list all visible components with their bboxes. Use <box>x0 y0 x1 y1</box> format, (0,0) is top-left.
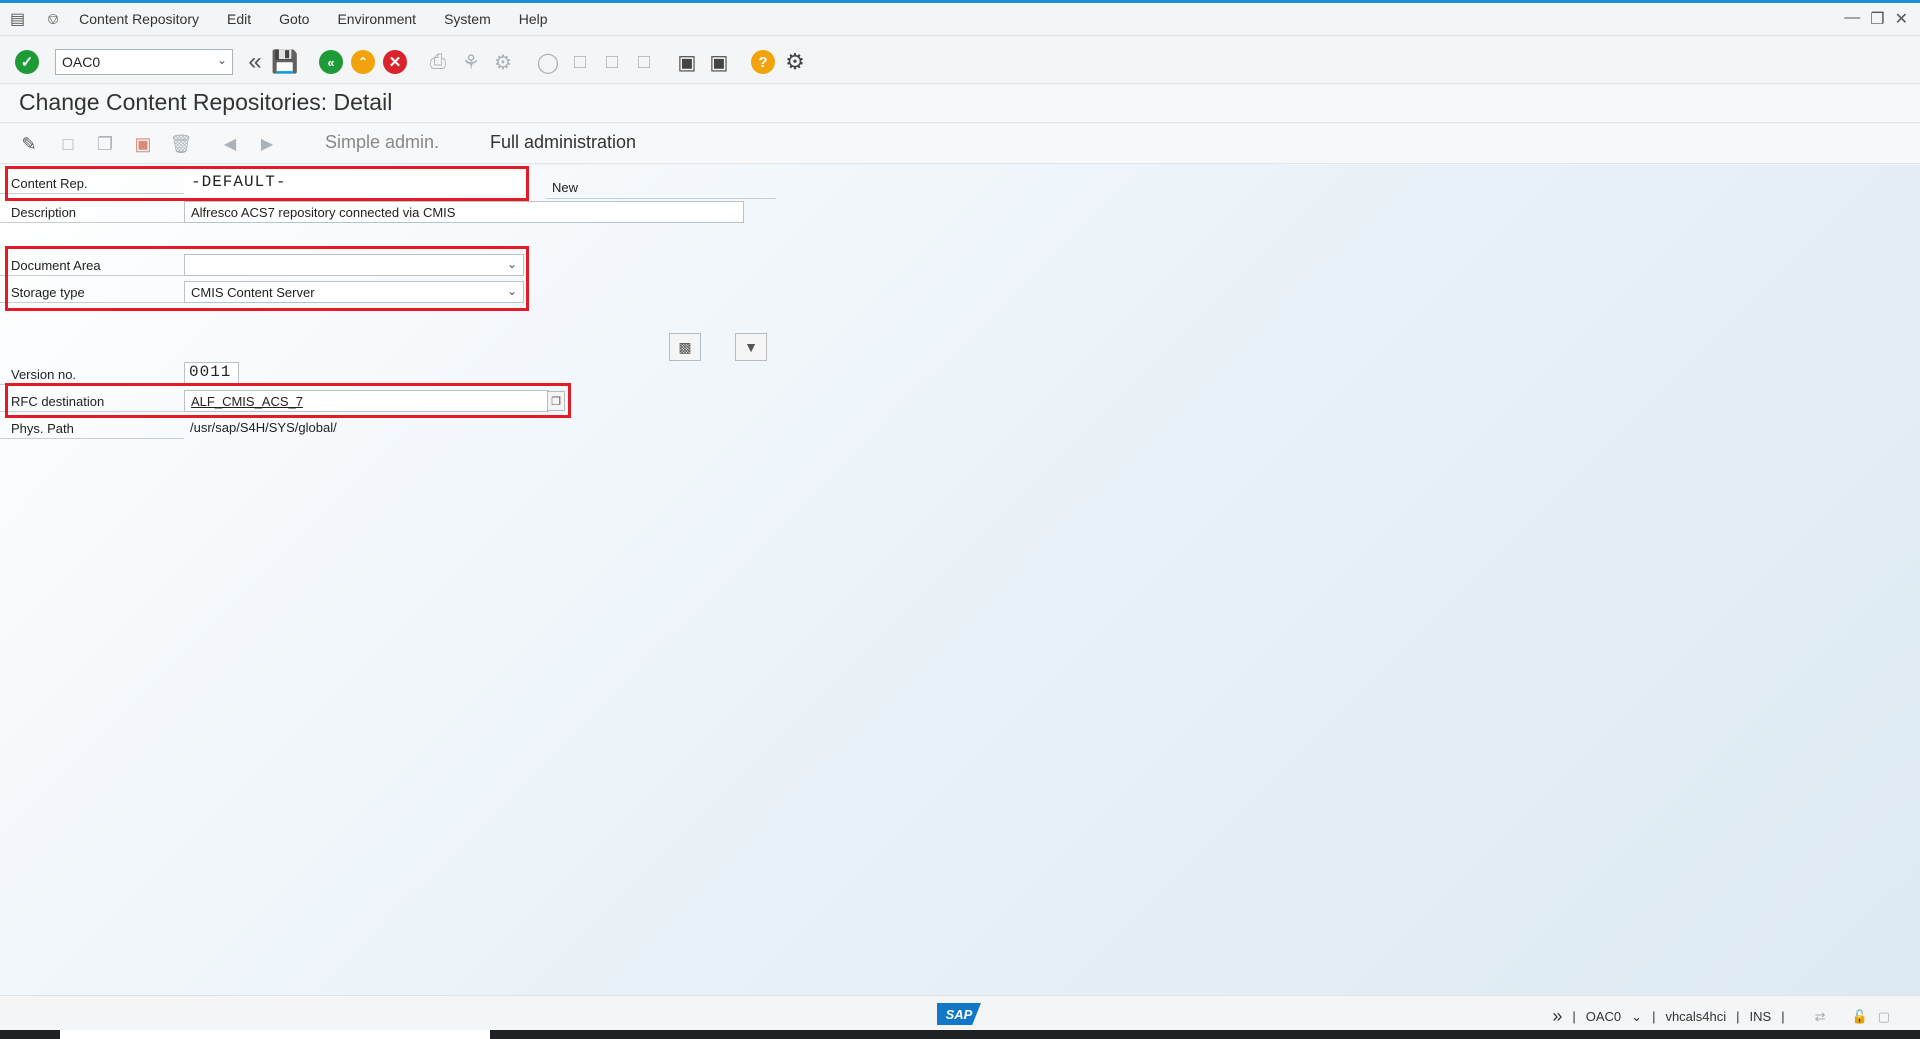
status-divider: | <box>1736 1009 1740 1024</box>
document-storage-highlight <box>5 246 529 311</box>
close-window-icon[interactable]: ✕ <box>1895 9 1908 29</box>
page-title: Change Content Repositories: Detail <box>19 89 393 115</box>
status-tcode: OAC0 <box>1585 1009 1622 1024</box>
help-button[interactable]: ? <box>750 49 776 75</box>
last-page-icon[interactable]: □ <box>631 49 657 75</box>
status-new-label: New <box>546 177 776 199</box>
lock-icon[interactable]: 🔓 <box>1852 1009 1868 1025</box>
version-label: Version no. <box>0 363 184 385</box>
history-back-icon[interactable]: « <box>242 48 268 75</box>
new-entry-icon[interactable]: □ <box>55 131 81 157</box>
phys-path-label: Phys. Path <box>0 417 184 439</box>
layout-status-icon[interactable]: ▢ <box>1878 1009 1890 1025</box>
window-controls: — ❐ ✕ <box>1844 9 1908 29</box>
description-field[interactable]: Alfresco ACS7 repository connected via C… <box>184 201 744 223</box>
form-area: Content Rep. -DEFAULT- New Description A… <box>0 165 1920 995</box>
system-info: » | OAC0 ⌄ | vhcals4hci | INS | ⇄ 🔓 ▢ <box>1552 1006 1890 1027</box>
connection-status-icon: ⇄ <box>1814 1008 1826 1024</box>
taskbar-search-box[interactable] <box>60 1030 490 1039</box>
menu-icon[interactable]: ▤ <box>10 9 25 29</box>
status-divider: | <box>1781 1009 1785 1024</box>
exit-icon: ⌃ <box>351 50 375 74</box>
expand-status-icon[interactable]: » <box>1552 1006 1562 1027</box>
full-admin-button[interactable]: Full administration <box>490 132 636 153</box>
help-icon: ? <box>751 50 775 74</box>
checkmark-icon: ✓ <box>15 50 39 74</box>
enter-button[interactable]: ✓ <box>14 49 40 75</box>
shortcut-icon[interactable]: ▣ <box>706 49 732 75</box>
settings-gear-icon[interactable]: ⚙ <box>782 49 808 75</box>
command-field[interactable]: OAC0 ⌄ <box>55 49 233 75</box>
save-icon[interactable]: 💾 <box>271 49 298 75</box>
display-change-icon[interactable]: ✎ <box>16 131 42 157</box>
sap-logo: SAP <box>937 1003 981 1025</box>
previous-page-icon[interactable]: □ <box>567 49 593 75</box>
menu-edit[interactable]: Edit <box>227 11 251 27</box>
menu-help[interactable]: Help <box>519 11 548 27</box>
status-divider: | <box>1572 1009 1576 1024</box>
status-divider: | <box>1652 1009 1656 1024</box>
restore-icon[interactable]: ❐ <box>1870 9 1884 29</box>
print-icon[interactable]: ⎙ <box>425 49 451 75</box>
exit-button[interactable]: ⌃ <box>350 49 376 75</box>
taskbar <box>0 1030 1920 1039</box>
title-bar: Change Content Repositories: Detail <box>0 85 1920 123</box>
cancel-icon: ✕ <box>383 50 407 74</box>
filter-icon: ▼ <box>744 339 758 355</box>
menu-environment[interactable]: Environment <box>337 11 416 27</box>
layout-icon[interactable]: ⎊ <box>47 11 59 28</box>
menu-system[interactable]: System <box>444 11 491 27</box>
rfc-destination-highlight <box>5 383 571 418</box>
previous-entry-icon[interactable]: ◀ <box>217 131 243 157</box>
copy-icon[interactable]: ❐ <box>92 131 118 157</box>
minimize-icon[interactable]: — <box>1844 9 1860 29</box>
back-button[interactable]: « <box>318 49 344 75</box>
first-page-icon[interactable]: ◯ <box>535 49 561 75</box>
next-entry-icon[interactable]: ▶ <box>254 131 280 157</box>
status-host: vhcals4hci <box>1665 1009 1727 1024</box>
status-bar: SAP » | OAC0 ⌄ | vhcals4hci | INS | ⇄ 🔓 … <box>0 995 1920 1030</box>
standard-toolbar: ✓ OAC0 ⌄ « 💾 « ⌃ ✕ ⎙ ⚘ ⚙ ◯ □ □ □ ▣ ▣ ? ⚙ <box>0 37 1920 84</box>
description-label: Description <box>0 201 184 223</box>
next-page-icon[interactable]: □ <box>599 49 625 75</box>
chevron-down-icon[interactable]: ⌄ <box>1631 1009 1642 1025</box>
version-field[interactable]: 0011 <box>184 362 239 384</box>
new-session-icon[interactable]: ▣ <box>674 49 700 75</box>
phys-path-value: /usr/sap/S4H/SYS/global/ <box>190 420 337 435</box>
find-icon[interactable]: ⚘ <box>458 49 484 75</box>
status-mode: INS <box>1749 1009 1772 1024</box>
simple-admin-button[interactable]: Simple admin. <box>325 132 439 153</box>
command-field-value: OAC0 <box>62 54 101 70</box>
back-icon: « <box>319 50 343 74</box>
delete-icon[interactable]: 🗑 <box>168 131 194 157</box>
transport-icon[interactable]: ▣ <box>130 131 156 157</box>
menu-bar: ▤ ⎊ Content Repository Edit Goto Environ… <box>0 3 1920 36</box>
application-toolbar: ✎ □ ❐ ▣ 🗑 ◀ ▶ Simple admin. Full adminis… <box>0 124 1920 164</box>
menu-goto[interactable]: Goto <box>279 11 309 27</box>
connection-icon: ▩ <box>678 338 692 355</box>
cancel-button[interactable]: ✕ <box>382 49 408 75</box>
chevron-down-icon[interactable]: ⌄ <box>217 53 227 67</box>
test-connection-button[interactable]: ▩ <box>669 333 701 361</box>
rfc-settings-button[interactable]: ▼ <box>735 333 767 361</box>
content-rep-highlight <box>5 166 529 201</box>
menu-content-repository[interactable]: Content Repository <box>79 11 199 27</box>
find-next-icon[interactable]: ⚙ <box>490 49 516 75</box>
